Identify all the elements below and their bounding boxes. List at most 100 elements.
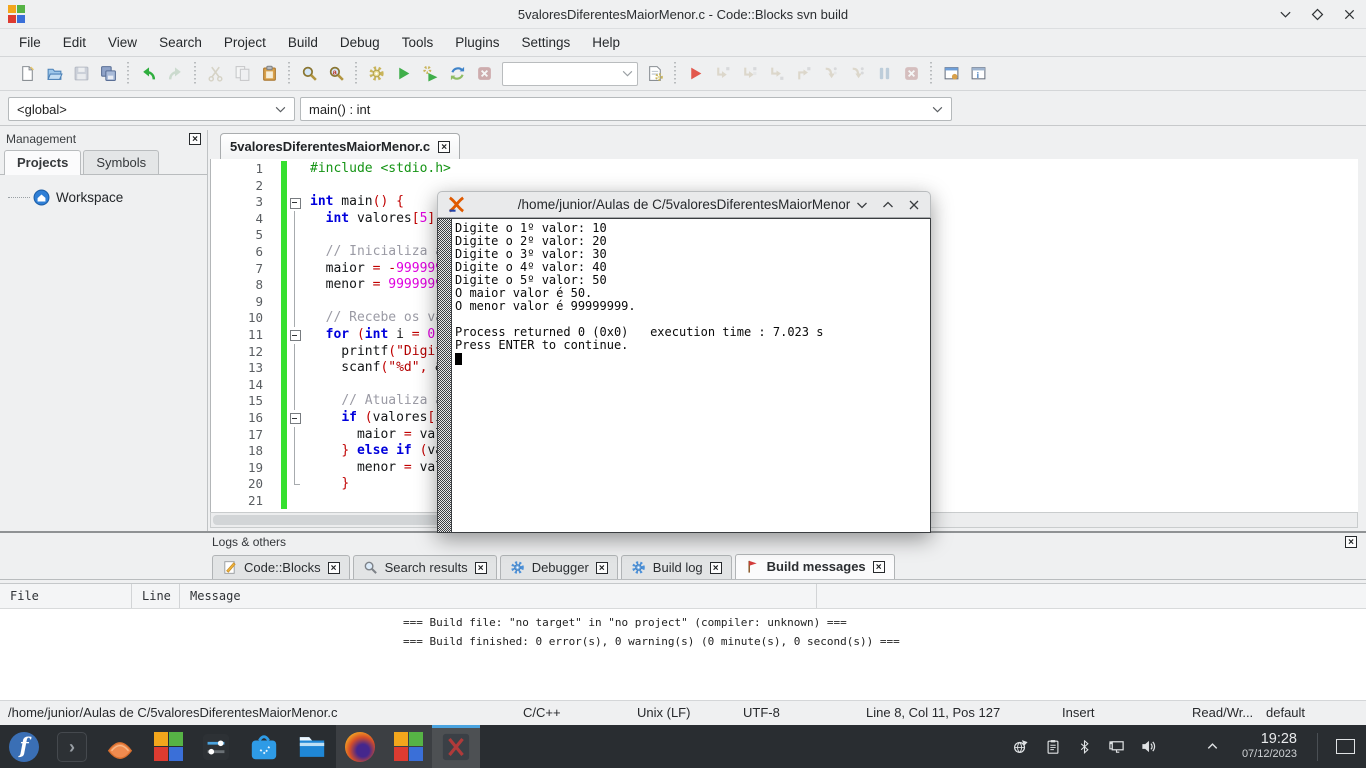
save-file-button[interactable] <box>68 61 95 87</box>
taskbar-button-software-app[interactable] <box>240 725 288 768</box>
terminal-scrollbar[interactable] <box>438 219 452 532</box>
settings-icon <box>201 732 231 762</box>
menu-item-settings[interactable]: Settings <box>511 28 582 57</box>
close-icon[interactable] <box>1342 7 1356 21</box>
log-tab-code-blocks[interactable]: Code::Blocks× <box>212 555 350 579</box>
menu-item-edit[interactable]: Edit <box>52 28 97 57</box>
clock[interactable]: 19:28 07/12/2023 <box>1242 732 1297 760</box>
debug-continue-button[interactable] <box>682 61 709 87</box>
clipboard-icon[interactable] <box>1044 738 1062 756</box>
run-button[interactable] <box>390 61 417 87</box>
menu-item-debug[interactable]: Debug <box>329 28 391 57</box>
log-tab-build-messages[interactable]: Build messages× <box>735 554 895 579</box>
redo-button[interactable] <box>162 61 189 87</box>
menu-item-tools[interactable]: Tools <box>391 28 445 57</box>
chevron-up-icon[interactable] <box>1204 738 1222 756</box>
taskbar-button-codeblocks-launcher[interactable] <box>144 725 192 768</box>
display-icon[interactable] <box>1108 738 1126 756</box>
taskbar-button-settings-app[interactable] <box>192 725 240 768</box>
tab-projects[interactable]: Projects <box>4 150 81 175</box>
menu-item-file[interactable]: File <box>8 28 52 57</box>
table-row[interactable]: === Build finished: 0 error(s), 0 warnin… <box>0 632 1366 651</box>
bluetooth-icon[interactable] <box>1076 738 1094 756</box>
minimize-icon[interactable] <box>1278 7 1292 21</box>
next-line-button[interactable] <box>736 61 763 87</box>
taskbar-button-cinnamon-app[interactable] <box>96 725 144 768</box>
step-out-button[interactable] <box>790 61 817 87</box>
xterm-titlebar[interactable]: /home/junior/Aulas de C/5valoresDiferent… <box>437 191 931 218</box>
close-icon[interactable]: × <box>596 562 608 574</box>
maximize-icon[interactable] <box>1310 7 1324 21</box>
close-icon[interactable]: × <box>475 562 487 574</box>
column-file[interactable]: File <box>0 584 132 608</box>
close-icon[interactable]: × <box>1345 536 1357 548</box>
chevron-down-icon[interactable] <box>854 197 869 212</box>
close-icon[interactable]: × <box>328 562 340 574</box>
menu-item-build[interactable]: Build <box>277 28 329 57</box>
rebuild-button[interactable] <box>444 61 471 87</box>
tab-symbols[interactable]: Symbols <box>83 150 159 174</box>
scope-combobox[interactable]: <global> <box>8 97 295 121</box>
network-icon[interactable] <box>1012 738 1030 756</box>
taskbar-button-codeblocks-window[interactable] <box>384 725 432 768</box>
step-into-icon <box>768 65 785 82</box>
cut-button[interactable] <box>202 61 229 87</box>
menu-item-plugins[interactable]: Plugins <box>444 28 510 57</box>
paste-button[interactable] <box>256 61 283 87</box>
taskbar-button-fedora-menu[interactable]: f <box>0 725 48 768</box>
debugging-windows-button[interactable] <box>938 61 965 87</box>
cinnamon-icon <box>105 732 135 762</box>
editor-tab[interactable]: 5valoresDiferentesMaiorMenor.c × <box>220 133 460 159</box>
chevron-up-icon[interactable] <box>1172 738 1190 756</box>
menu-item-help[interactable]: Help <box>581 28 631 57</box>
copy-button[interactable] <box>229 61 256 87</box>
menu-item-project[interactable]: Project <box>213 28 277 57</box>
tree-item-workspace[interactable]: Workspace <box>8 189 207 206</box>
run-to-cursor-button[interactable] <box>709 61 736 87</box>
fold-collapse-icon[interactable] <box>288 410 302 427</box>
close-icon[interactable] <box>906 197 921 212</box>
step-into-button[interactable] <box>763 61 790 87</box>
column-line[interactable]: Line <box>132 584 180 608</box>
next-instruction-button[interactable] <box>817 61 844 87</box>
fold-collapse-icon[interactable] <box>288 327 302 344</box>
log-tab-search-results[interactable]: Search results× <box>353 555 497 579</box>
menu-item-search[interactable]: Search <box>148 28 213 57</box>
codeblocks-icon <box>154 732 183 761</box>
fold-collapse-icon[interactable] <box>288 194 302 211</box>
taskbar-button-terminal-app[interactable]: › <box>48 725 96 768</box>
show-compile-target-button[interactable] <box>642 61 669 87</box>
build-target-combobox[interactable] <box>502 62 638 86</box>
taskbar-button-firefox-window[interactable] <box>336 725 384 768</box>
terminal[interactable]: Digite o 1º valor: 10Digite o 2º valor: … <box>437 218 931 533</box>
break-debugger-button[interactable] <box>871 61 898 87</box>
build-button[interactable] <box>363 61 390 87</box>
column-message[interactable]: Message <box>180 584 817 608</box>
find-button[interactable] <box>296 61 323 87</box>
close-icon[interactable]: × <box>189 133 201 145</box>
build-and-run-button[interactable] <box>417 61 444 87</box>
step-into-instruction-button[interactable] <box>844 61 871 87</box>
new-file-button[interactable] <box>14 61 41 87</box>
various-info-button[interactable]: i <box>965 61 992 87</box>
taskbar-button-files-app[interactable] <box>288 725 336 768</box>
log-tab-build-log[interactable]: Build log× <box>621 555 732 579</box>
stop-debugger-button[interactable] <box>898 61 925 87</box>
abort-build-button[interactable] <box>471 61 498 87</box>
chevron-up-icon[interactable] <box>880 197 895 212</box>
menu-item-view[interactable]: View <box>97 28 148 57</box>
close-icon[interactable]: × <box>710 562 722 574</box>
function-combobox[interactable]: main() : int <box>300 97 952 121</box>
open-file-button[interactable] <box>41 61 68 87</box>
taskbar-button-xterm-window[interactable] <box>432 725 480 768</box>
save-all-files-button[interactable] <box>95 61 122 87</box>
log-tab-debugger[interactable]: Debugger× <box>500 555 618 579</box>
show-desktop-button[interactable] <box>1332 734 1358 760</box>
close-icon[interactable]: × <box>438 141 450 153</box>
volume-icon[interactable] <box>1140 738 1158 756</box>
undo-button[interactable] <box>135 61 162 87</box>
close-icon[interactable]: × <box>873 561 885 573</box>
step-into-instruction-icon <box>849 65 866 82</box>
replace-button[interactable]: a <box>323 61 350 87</box>
table-row[interactable]: === Build file: "no target" in "no proje… <box>0 613 1366 632</box>
